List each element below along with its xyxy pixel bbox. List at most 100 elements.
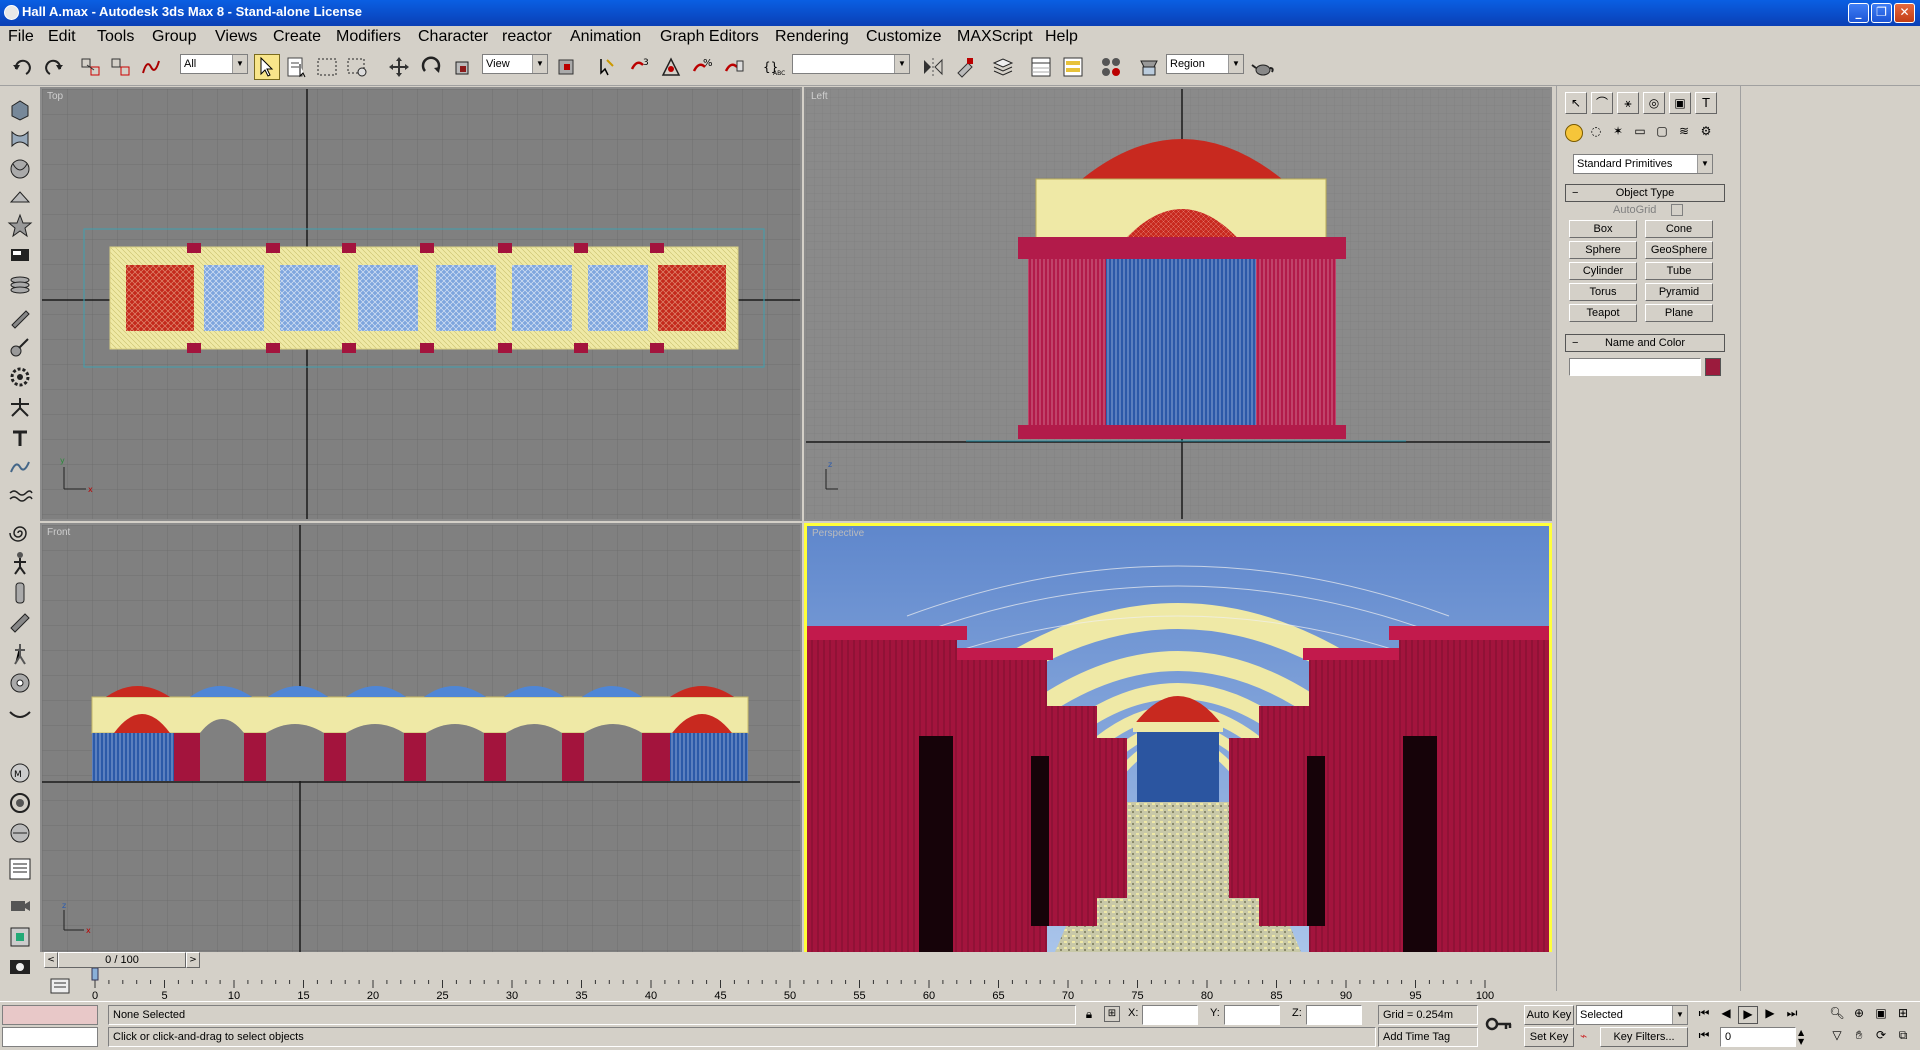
undo-icon[interactable] bbox=[10, 54, 36, 80]
mini-curve-editor-icon[interactable] bbox=[50, 978, 70, 994]
hammer-tool-icon[interactable] bbox=[7, 424, 33, 450]
key-icon[interactable] bbox=[1484, 1012, 1514, 1036]
wheel-tool-icon[interactable] bbox=[7, 670, 33, 696]
redo-icon[interactable] bbox=[40, 54, 66, 80]
menu-graph-editors[interactable]: Graph Editors bbox=[660, 28, 759, 46]
pivot-center-icon[interactable] bbox=[554, 54, 580, 80]
select-object-icon[interactable] bbox=[254, 54, 280, 80]
pen-tool-icon[interactable] bbox=[7, 304, 33, 330]
star-tool-icon[interactable] bbox=[7, 212, 33, 238]
select-and-link-icon[interactable] bbox=[78, 54, 104, 80]
viewport-left[interactable]: z Left bbox=[804, 87, 1552, 521]
key-filters-button[interactable]: Key Filters... bbox=[1600, 1027, 1688, 1047]
curve-editor-icon[interactable] bbox=[1028, 54, 1054, 80]
lights-icon[interactable]: ✶ bbox=[1609, 124, 1627, 142]
teapot-button[interactable]: Teapot bbox=[1569, 304, 1637, 322]
frame-spinner-icon[interactable]: ▲ ▼ bbox=[1798, 1028, 1810, 1046]
quick-render-teapot-icon[interactable] bbox=[1250, 54, 1276, 80]
orbit-tool-icon[interactable] bbox=[7, 790, 33, 816]
percent-snap-icon[interactable]: % bbox=[690, 54, 716, 80]
menu-help[interactable]: Help bbox=[1045, 28, 1078, 46]
default-tangents-icon[interactable]: ⌁ bbox=[1580, 1029, 1596, 1045]
hair-tool-icon[interactable] bbox=[7, 700, 33, 726]
tube-button[interactable]: Tube bbox=[1645, 262, 1713, 280]
key-mode-dropdown[interactable]: Selected ▼ bbox=[1576, 1005, 1688, 1025]
named-selection-dropdown[interactable]: ▼ bbox=[792, 54, 910, 74]
dummy-tool-icon[interactable] bbox=[7, 924, 33, 950]
autogrid-checkbox[interactable] bbox=[1671, 204, 1683, 216]
object-name-field[interactable] bbox=[1569, 358, 1701, 376]
spiral-tool-icon[interactable] bbox=[7, 520, 33, 546]
gear-tool-icon[interactable] bbox=[7, 364, 33, 390]
selection-filter-dropdown[interactable]: All ▼ bbox=[180, 54, 248, 74]
zoom-icon[interactable]: 🔍︎ bbox=[1828, 1006, 1846, 1024]
hierarchy-tab-icon[interactable]: ⚹ bbox=[1617, 92, 1639, 114]
render-scene-dialog-icon[interactable] bbox=[1136, 54, 1162, 80]
cone-button[interactable]: Cone bbox=[1645, 220, 1713, 238]
maxscript-tool-icon[interactable]: M bbox=[7, 760, 33, 786]
minimize-button[interactable]: _ bbox=[1848, 3, 1869, 23]
menu-group[interactable]: Group bbox=[152, 28, 196, 46]
maxscript-input-mini[interactable] bbox=[2, 1027, 98, 1047]
snaps-toggle-icon[interactable]: 3 bbox=[628, 54, 654, 80]
schematic-view-icon[interactable] bbox=[1060, 54, 1086, 80]
menu-edit[interactable]: Edit bbox=[48, 28, 76, 46]
cloth-tool-icon[interactable] bbox=[7, 820, 33, 846]
viewport-top[interactable]: y x Top bbox=[40, 87, 802, 521]
rotate-icon[interactable] bbox=[418, 54, 444, 80]
scale-icon[interactable] bbox=[450, 54, 476, 80]
spinner-snap-icon[interactable] bbox=[722, 54, 748, 80]
zoom-extents-icon[interactable]: ▣ bbox=[1872, 1006, 1890, 1024]
menu-reactor[interactable]: reactor bbox=[502, 28, 552, 46]
time-slider-thumb[interactable]: 0 / 100 bbox=[58, 952, 186, 968]
bone-tool-icon[interactable] bbox=[7, 580, 33, 606]
render-type-dropdown[interactable]: Region ▼ bbox=[1166, 54, 1244, 74]
unlink-icon[interactable] bbox=[108, 54, 134, 80]
track-bar[interactable]: 0 5 10 15 20 25 30 35 40 45 50 55 60 65 70 75 80 85 90 95 10… bbox=[40, 968, 1556, 1001]
shapes-icon[interactable]: ◌ bbox=[1587, 124, 1605, 142]
plane-button[interactable]: Plane bbox=[1645, 304, 1713, 322]
close-button[interactable]: ✕ bbox=[1894, 3, 1915, 23]
layers-tool-icon[interactable] bbox=[7, 272, 33, 298]
zoom-extents-all-icon[interactable]: ⊞ bbox=[1894, 1006, 1912, 1024]
maxscript-listener-mini[interactable] bbox=[2, 1005, 98, 1025]
pyramid-button[interactable]: Pyramid bbox=[1645, 283, 1713, 301]
display-tab-icon[interactable]: ▣ bbox=[1669, 92, 1691, 114]
box-tool-icon[interactable] bbox=[7, 242, 33, 268]
window-crossing-icon[interactable] bbox=[344, 54, 370, 80]
cameras-icon[interactable]: ▭ bbox=[1631, 124, 1649, 142]
play-icon[interactable]: ▶︎ bbox=[1738, 1006, 1758, 1024]
utilities-tab-icon[interactable]: T bbox=[1695, 92, 1717, 114]
maximize-button[interactable]: ❐ bbox=[1871, 3, 1892, 23]
auto-key-button[interactable]: Auto Key bbox=[1524, 1005, 1574, 1025]
menu-modifiers[interactable]: Modifiers bbox=[336, 28, 401, 46]
pan-icon[interactable]: ✋︎ bbox=[1850, 1028, 1868, 1046]
sphere-tool-icon[interactable] bbox=[7, 156, 33, 182]
object-color-swatch[interactable] bbox=[1705, 358, 1721, 376]
tube-tool-icon[interactable] bbox=[7, 610, 33, 636]
current-frame-field[interactable]: 0 bbox=[1720, 1027, 1796, 1047]
rectangular-selection-icon[interactable] bbox=[314, 54, 340, 80]
previous-frame-icon[interactable]: ◀︎ bbox=[1716, 1006, 1736, 1024]
time-next-icon[interactable]: > bbox=[186, 952, 200, 968]
object-type-rollout[interactable]: − Object Type bbox=[1565, 184, 1725, 202]
x-coordinate-field[interactable] bbox=[1142, 1005, 1198, 1025]
render-frame-icon[interactable] bbox=[7, 856, 33, 882]
move-icon[interactable] bbox=[386, 54, 412, 80]
particle-tool-icon[interactable] bbox=[7, 454, 33, 480]
key-mode-toggle-icon[interactable]: ⏮︎ bbox=[1694, 1028, 1714, 1046]
primitive-category-dropdown[interactable]: Standard Primitives ▼ bbox=[1573, 154, 1713, 174]
add-time-tag-button[interactable]: Add Time Tag bbox=[1378, 1027, 1478, 1047]
helpers-icon[interactable]: ▢ bbox=[1653, 124, 1671, 142]
zoom-all-icon[interactable]: ⊕ bbox=[1850, 1006, 1868, 1024]
viewport-front[interactable]: z x Front bbox=[40, 523, 802, 955]
angle-snap-icon[interactable] bbox=[658, 54, 684, 80]
align-icon[interactable] bbox=[952, 54, 978, 80]
material-editor-icon[interactable] bbox=[1098, 54, 1124, 80]
go-to-start-icon[interactable]: ⏮︎ bbox=[1694, 1006, 1714, 1024]
create-tab-icon[interactable]: ↖ bbox=[1565, 92, 1587, 114]
z-coordinate-field[interactable] bbox=[1306, 1005, 1362, 1025]
menu-customize[interactable]: Customize bbox=[866, 28, 942, 46]
space-warps-icon[interactable]: ≋ bbox=[1675, 124, 1693, 142]
menu-maxscript[interactable]: MAXScript bbox=[957, 28, 1033, 46]
